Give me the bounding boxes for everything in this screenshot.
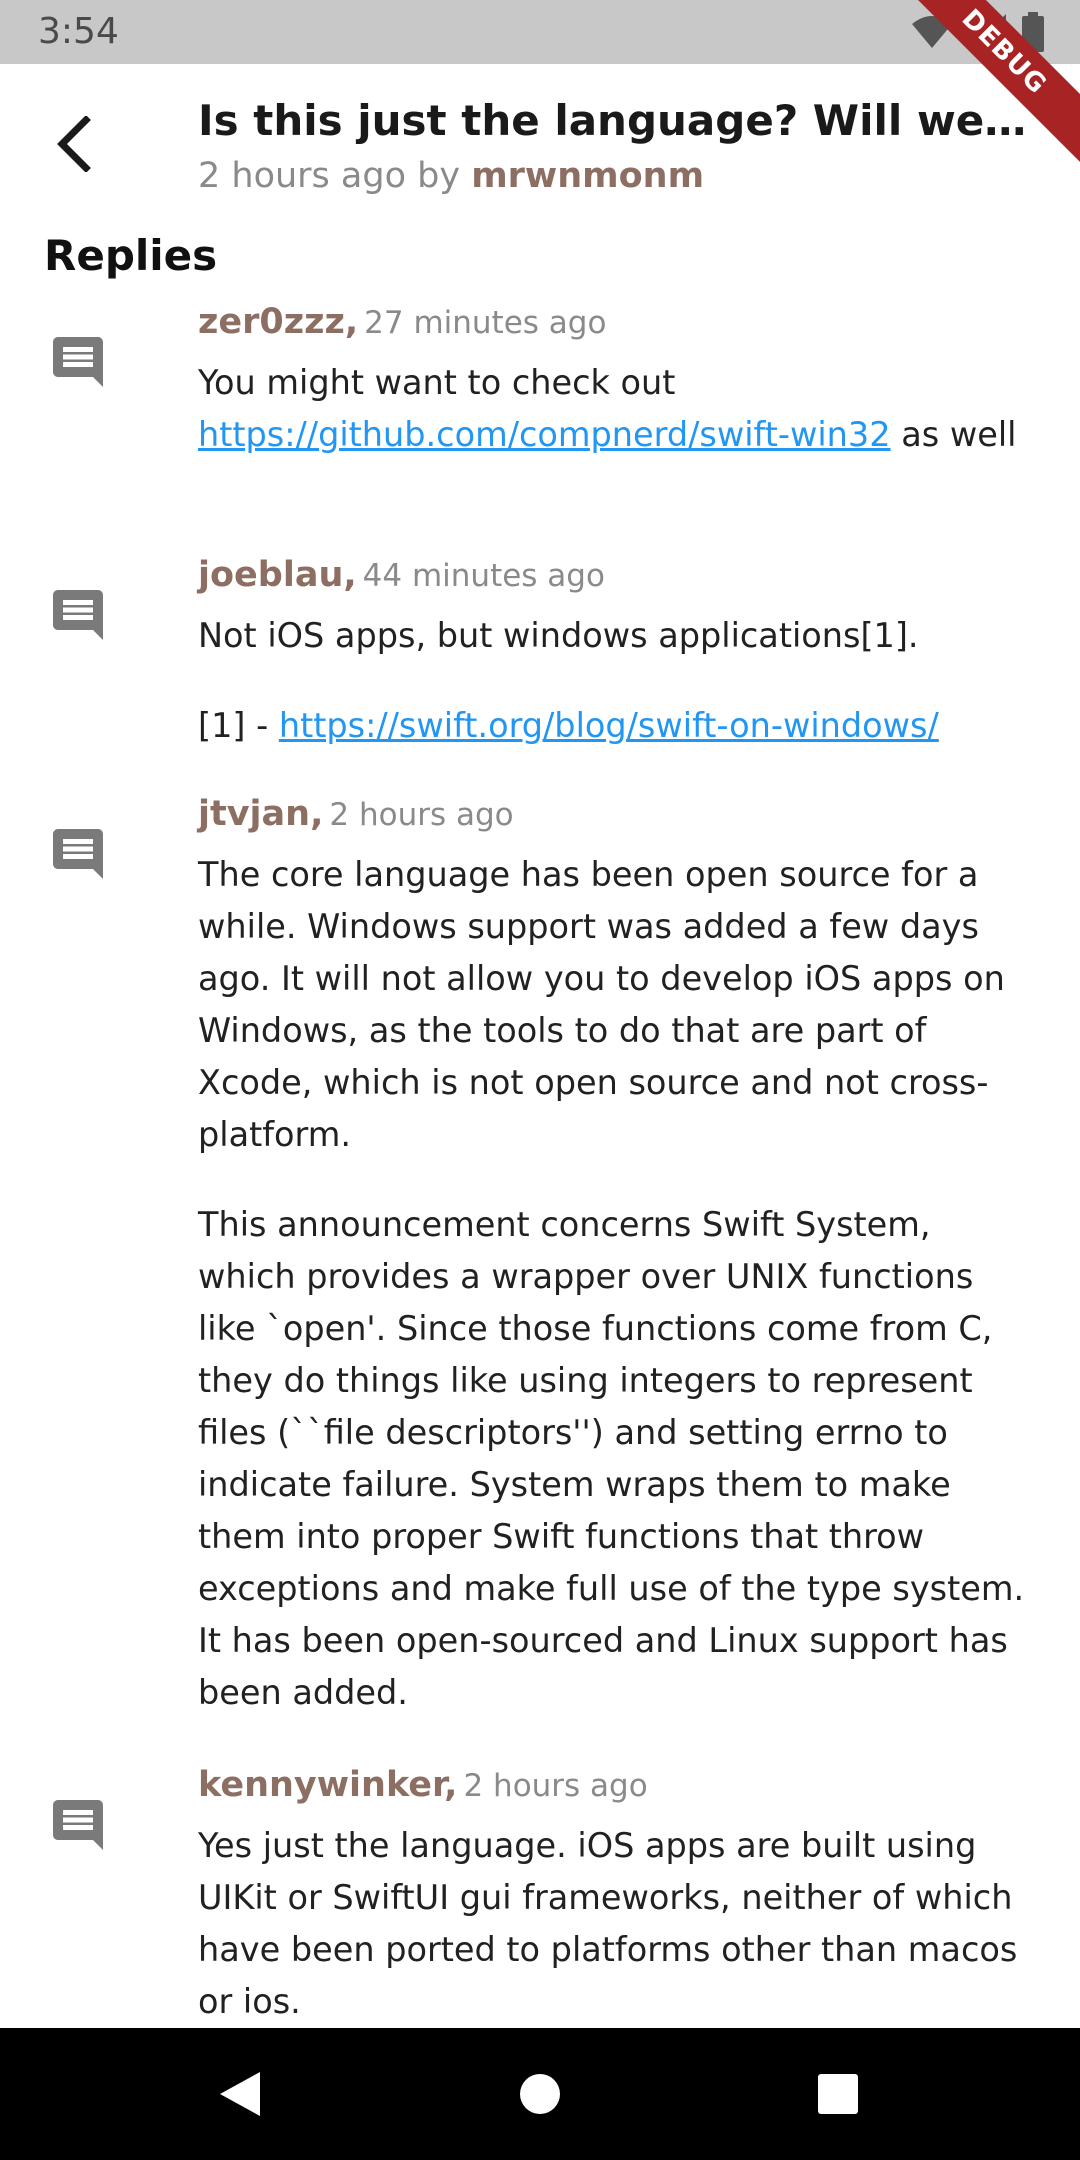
- comment-author[interactable]: joeblau,: [198, 555, 357, 595]
- comment-time: 2 hours ago: [463, 1768, 648, 1804]
- comment-text: Not iOS apps, but windows applications[1…: [198, 610, 1038, 752]
- comment-icon: [53, 829, 103, 879]
- page-title: Is this just the language? Will we be ab…: [198, 96, 1038, 145]
- nav-back-button[interactable]: [210, 2064, 270, 2124]
- comment-time: 2 hours ago: [329, 797, 514, 833]
- comment-icon: [53, 337, 103, 387]
- text-segment: [1] -: [198, 706, 279, 745]
- comment-paragraph: [1] - https://swift.org/blog/swift-on-wi…: [198, 700, 1038, 752]
- home-circle-icon: [520, 2074, 560, 2114]
- nav-recents-button[interactable]: [808, 2064, 868, 2124]
- comment-body: kennywinker, 2 hours ago Yes just the lan…: [198, 1759, 1038, 2028]
- system-nav-bar: [0, 2028, 1080, 2160]
- nav-home-button[interactable]: [510, 2064, 570, 2124]
- comment-paragraph: Not iOS apps, but windows applications[1…: [198, 610, 1038, 662]
- text-segment: You might want to check out: [198, 363, 676, 402]
- comment-text: Yes just the language. iOS apps are buil…: [198, 1820, 1038, 2028]
- comment-author[interactable]: jtvjan,: [198, 794, 323, 834]
- comment-time: 44 minutes ago: [362, 558, 605, 594]
- post-meta: 2 hours ago by mrwnmonm: [198, 152, 704, 200]
- status-time: 3:54: [38, 11, 119, 52]
- comment-paragraph: You might want to check out https://gith…: [198, 357, 1038, 461]
- back-triangle-icon: [220, 2072, 260, 2116]
- post-author[interactable]: mrwnmonm: [471, 156, 704, 196]
- comment-text: You might want to check out https://gith…: [198, 357, 1038, 461]
- comment-header: jtvjan, 2 hours ago: [198, 788, 1038, 841]
- comment-icon: [53, 590, 103, 640]
- comment-author[interactable]: kennywinker,: [198, 1765, 457, 1805]
- comment-time: 27 minutes ago: [364, 305, 607, 341]
- comment-text: The core language has been open source f…: [198, 849, 1038, 1719]
- comment-paragraph: The core language has been open source f…: [198, 855, 1005, 1154]
- comment-link[interactable]: https://swift.org/blog/swift-on-windows/: [279, 706, 939, 745]
- recents-square-icon: [818, 2074, 858, 2114]
- comment-icon: [53, 1800, 103, 1850]
- text-segment: as well: [890, 415, 1017, 454]
- text-segment: Not iOS apps, but windows applications[1…: [198, 616, 919, 655]
- comment-body: jtvjan, 2 hours ago The core language has…: [198, 788, 1038, 1719]
- replies-heading: Replies: [44, 231, 218, 280]
- comment-author[interactable]: zer0zzz,: [198, 302, 358, 342]
- comment-paragraph: This announcement concerns Swift System,…: [198, 1205, 1025, 1712]
- comment-header: joeblau, 44 minutes ago: [198, 549, 1038, 602]
- comment-header: kennywinker, 2 hours ago: [198, 1759, 1038, 1812]
- status-bar: 3:54: [0, 0, 1080, 64]
- back-button[interactable]: [34, 104, 114, 184]
- comment-link[interactable]: https://github.com/compnerd/swift-win32: [198, 415, 891, 454]
- app-bar: Is this just the language? Will we be ab…: [0, 64, 1080, 212]
- post-time: 2 hours ago by: [198, 156, 472, 196]
- back-arrow-icon: [57, 116, 91, 172]
- comment-paragraph: Yes just the language. iOS apps are buil…: [198, 1826, 1018, 2021]
- comment-body: joeblau, 44 minutes ago Not iOS apps, but…: [198, 549, 1038, 752]
- comment-header: zer0zzz, 27 minutes ago: [198, 296, 1038, 349]
- comment-body: zer0zzz, 27 minutes ago You might want to…: [198, 296, 1038, 461]
